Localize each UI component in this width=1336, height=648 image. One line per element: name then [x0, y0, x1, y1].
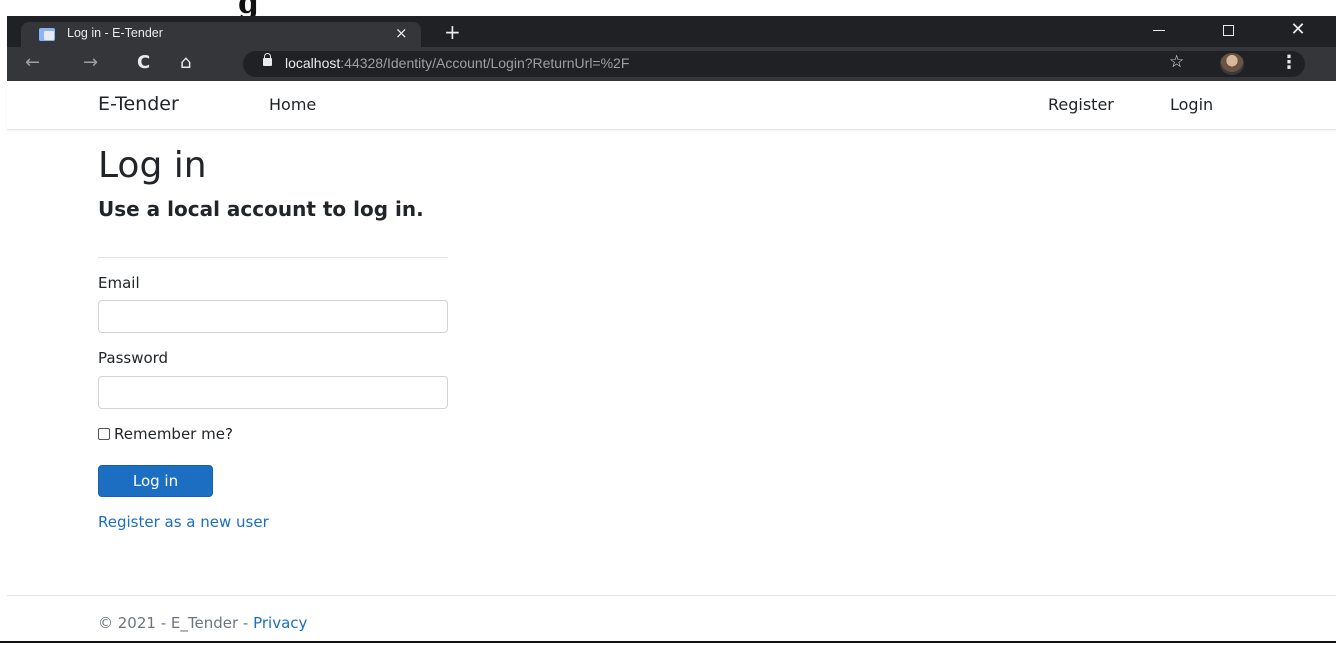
- remember-me-checkbox[interactable]: [98, 428, 110, 440]
- tab-close-icon[interactable]: ×: [395, 24, 408, 42]
- forward-arrow-icon[interactable]: →: [83, 52, 98, 74]
- copyright-text: © 2021 - E_Tender -: [98, 614, 254, 632]
- browser-menu-icon[interactable]: ⋮: [1280, 52, 1298, 73]
- ghost-text: g: [238, 0, 259, 16]
- register-new-user-link[interactable]: Register as a new user: [98, 513, 269, 531]
- bookmark-star-icon[interactable]: ☆: [1169, 52, 1184, 72]
- nav-login-link[interactable]: Login: [1170, 95, 1213, 114]
- reload-icon[interactable]: C: [137, 52, 150, 74]
- nav-register-link[interactable]: Register: [1048, 95, 1114, 114]
- remember-me-label: Remember me?: [114, 425, 233, 443]
- page-subtitle: Use a local account to log in.: [98, 197, 424, 221]
- url-host: localhost: [285, 55, 341, 71]
- lock-icon[interactable]: [263, 53, 272, 66]
- minimize-icon[interactable]: [1136, 16, 1182, 47]
- privacy-link[interactable]: Privacy: [253, 614, 307, 632]
- footer-text: © 2021 - E_Tender - Privacy: [98, 614, 307, 632]
- top-strip: g: [0, 0, 1336, 16]
- bottom-strip: [0, 641, 1336, 648]
- address-bar[interactable]: localhost:44328/Identity/Account/Login?R…: [243, 51, 1305, 77]
- home-icon[interactable]: ⌂: [180, 52, 191, 74]
- email-label: Email: [98, 274, 140, 292]
- remember-me[interactable]: Remember me?: [98, 425, 233, 443]
- password-label: Password: [98, 349, 169, 367]
- back-arrow-icon[interactable]: ←: [25, 52, 40, 74]
- profile-avatar[interactable]: [1220, 53, 1244, 75]
- url-path: :44328/Identity/Account/Login?ReturnUrl=…: [340, 55, 630, 71]
- browser-tab-bar: Log in - E-Tender × + ✕: [7, 16, 1336, 47]
- nav-home-link[interactable]: Home: [269, 95, 316, 114]
- tab-title: Log in - E-Tender: [67, 26, 163, 40]
- site-navbar: E-Tender Home Register Login: [7, 81, 1336, 130]
- browser-tab[interactable]: Log in - E-Tender ×: [21, 22, 421, 47]
- login-button[interactable]: Log in: [98, 465, 213, 497]
- page-title: Log in: [98, 145, 207, 186]
- left-strip: [0, 16, 7, 641]
- url-text[interactable]: localhost:44328/Identity/Account/Login?R…: [285, 55, 629, 71]
- maximize-icon[interactable]: [1205, 16, 1251, 47]
- new-tab-icon[interactable]: +: [444, 22, 461, 42]
- divider: [98, 257, 448, 258]
- password-field[interactable]: [98, 376, 448, 409]
- brand-link[interactable]: E-Tender: [98, 93, 179, 115]
- page-favicon-icon: [39, 28, 55, 41]
- window-close-icon[interactable]: ✕: [1275, 16, 1321, 47]
- browser-toolbar: ← → C ⌂ localhost:44328/Identity/Account…: [7, 47, 1336, 81]
- email-field[interactable]: [98, 300, 448, 333]
- footer: © 2021 - E_Tender - Privacy: [7, 595, 1336, 641]
